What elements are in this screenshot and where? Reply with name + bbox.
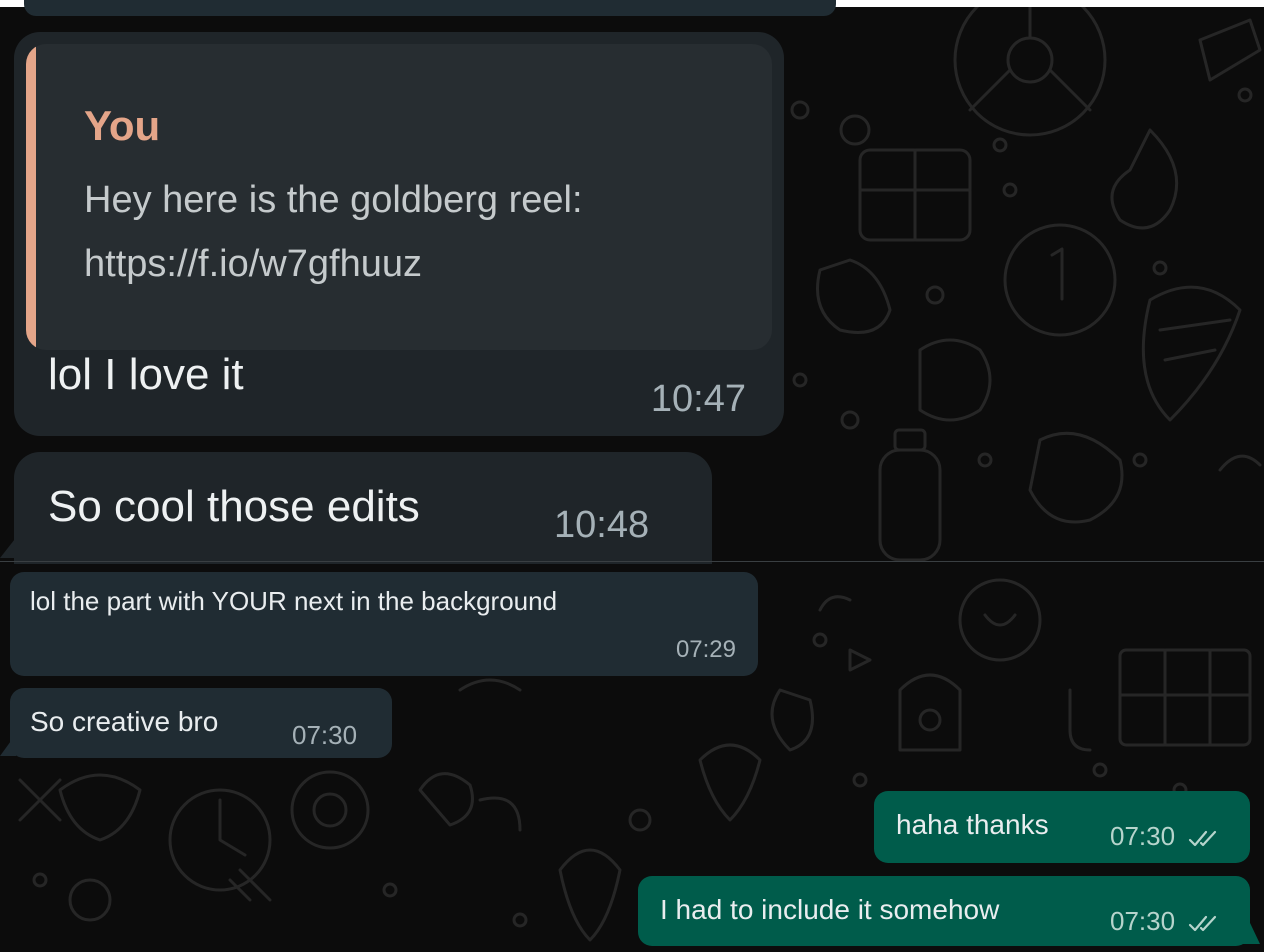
double-check-icon	[1189, 831, 1217, 847]
message-time-status: 07:30	[1110, 821, 1218, 852]
incoming-message-bubble[interactable]: lol the part with YOUR next in the backg…	[10, 572, 758, 676]
message-text: So creative bro	[30, 706, 219, 737]
incoming-message-bubble[interactable]: So creative bro 07:30	[10, 688, 392, 758]
message-time: 07:30	[292, 720, 358, 750]
incoming-message-bubble[interactable]: So cool those edits 10:48	[14, 452, 712, 564]
message-text: haha thanks	[896, 809, 1049, 840]
message-time-status: 07:30	[1110, 906, 1218, 937]
message-text: lol I love it	[48, 350, 244, 399]
previous-message-bubble-edge	[24, 0, 836, 16]
bubble-tail	[0, 530, 22, 558]
message-time: 07:30	[1110, 821, 1176, 851]
double-check-icon	[1189, 916, 1217, 932]
chat-background: You Hey here is the goldberg reel: https…	[0, 0, 1264, 952]
quote-text: Hey here is the goldberg reel: https://f…	[84, 179, 583, 285]
outgoing-message-bubble[interactable]: haha thanks 07:30	[874, 791, 1250, 863]
bubble-tail	[1242, 906, 1260, 944]
message-text: So cool those edits	[48, 482, 420, 531]
message-time: 10:48	[554, 504, 650, 546]
outgoing-message-bubble[interactable]: I had to include it somehow 07:30	[638, 876, 1250, 946]
message-time: 07:30	[1110, 906, 1176, 936]
bubble-tail	[0, 734, 16, 756]
quoted-message[interactable]: You Hey here is the goldberg reel: https…	[26, 44, 772, 350]
message-time: 10:47	[650, 378, 746, 420]
screenshot-divider	[0, 561, 1264, 562]
quote-accent-bar	[26, 44, 36, 350]
message-text: lol the part with YOUR next in the backg…	[30, 586, 558, 616]
message-text: I had to include it somehow	[660, 894, 1000, 925]
incoming-message-bubble[interactable]: You Hey here is the goldberg reel: https…	[14, 32, 784, 436]
quote-author: You	[84, 102, 161, 149]
message-time: 07:29	[675, 636, 736, 663]
